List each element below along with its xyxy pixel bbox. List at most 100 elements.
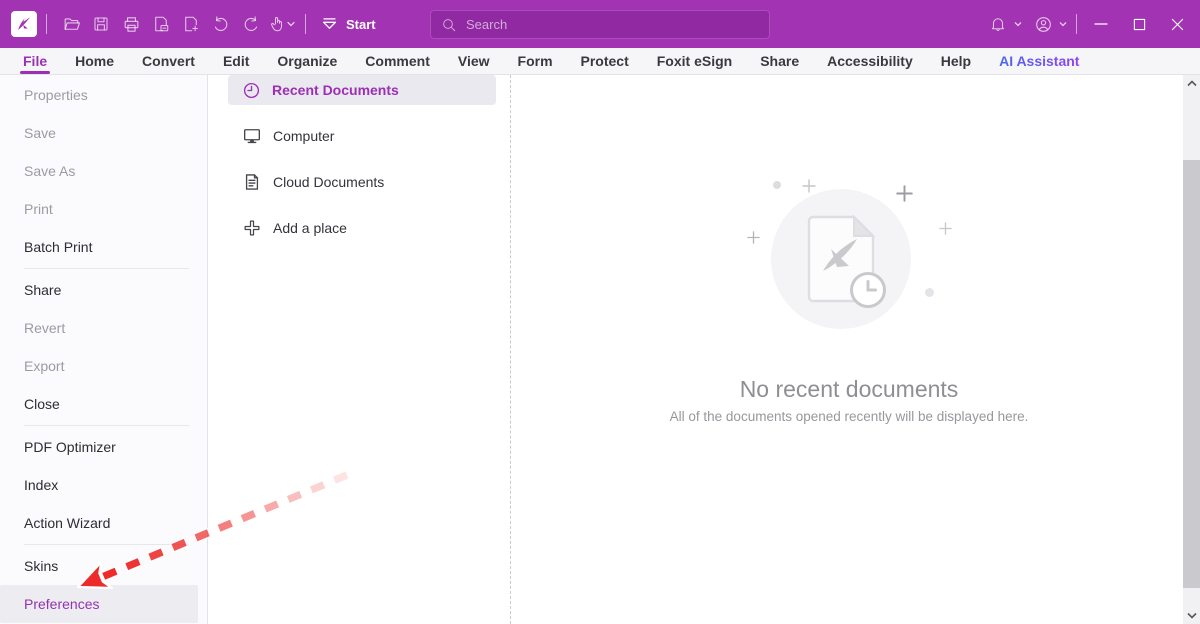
file-menu-sidebar: Properties Save Save As Print Batch Prin…	[0, 75, 208, 624]
search-icon	[443, 18, 456, 31]
export-pdf-icon	[155, 16, 169, 32]
place-add-a-place[interactable]: Add a place	[228, 213, 496, 243]
file-menu-revert: Revert	[24, 320, 66, 336]
bell-dropdown-caret[interactable]	[1014, 21, 1022, 27]
save-button[interactable]	[86, 9, 116, 39]
empty-state-illustration	[771, 189, 911, 329]
toolbar-separator	[46, 14, 47, 34]
account-icon	[1035, 16, 1051, 32]
menu-tab-file[interactable]: File	[9, 48, 61, 74]
file-menu-export: Export	[24, 358, 65, 374]
chevron-up-icon	[1186, 80, 1197, 87]
clock-icon	[243, 82, 260, 98]
menu-tab-convert[interactable]: Convert	[128, 48, 209, 74]
hand-tool-icon	[270, 17, 282, 32]
create-pdf-button[interactable]	[176, 9, 206, 39]
file-menu-batch-print[interactable]: Batch Print	[0, 228, 207, 266]
sparkle-icon	[939, 222, 952, 235]
sidebar-divider	[24, 544, 189, 545]
menu-tab-ai-assistant[interactable]: AI Assistant	[985, 48, 1093, 74]
recent-documents-panel: No recent documents All of the documents…	[511, 75, 1183, 624]
start-tab-label: Start	[346, 16, 376, 32]
monitor-icon	[244, 129, 261, 144]
collapse-ribbon-icon	[322, 18, 337, 29]
menu-tab-help[interactable]: Help	[927, 48, 985, 74]
file-menu-index[interactable]: Index	[0, 466, 207, 504]
sparkle-icon	[896, 185, 913, 202]
menu-tab-form[interactable]: Form	[504, 48, 567, 74]
place-label: Cloud Documents	[273, 174, 385, 190]
sparkle-icon	[802, 179, 816, 193]
file-menu-properties: Properties	[24, 87, 88, 103]
place-label: Add a place	[273, 220, 347, 236]
minimize-button[interactable]	[1086, 9, 1116, 39]
open-folder-button[interactable]	[56, 9, 86, 39]
maximize-button[interactable]	[1124, 9, 1154, 39]
file-menu-preferences[interactable]: Preferences	[0, 585, 198, 623]
place-recent-documents[interactable]: Recent Documents	[228, 75, 496, 105]
tab-start[interactable]: Start	[321, 17, 376, 32]
undo-icon	[214, 16, 228, 31]
scroll-down-button[interactable]	[1183, 607, 1200, 624]
menu-tab-foxit-esign[interactable]: Foxit eSign	[643, 48, 746, 74]
file-menu-save: Save	[24, 125, 56, 141]
menu-tab-home[interactable]: Home	[61, 48, 128, 74]
file-menu-close[interactable]: Close	[0, 385, 207, 423]
redo-button[interactable]	[236, 9, 266, 39]
dot-decoration	[773, 181, 781, 189]
scrollbar-thumb[interactable]	[1183, 160, 1200, 588]
sparkle-icon	[747, 231, 760, 244]
bell-icon	[992, 18, 1004, 31]
sidebar-divider	[24, 425, 189, 426]
print-icon	[124, 16, 138, 32]
place-cloud-documents[interactable]: Cloud Documents	[228, 167, 496, 197]
plus-icon	[244, 220, 260, 236]
create-pdf-icon	[185, 16, 198, 32]
menu-tab-organize[interactable]: Organize	[263, 48, 351, 74]
close-button[interactable]	[1162, 9, 1192, 39]
foxit-pdf-editor-window: Start Search File Home Convert Edit Orga…	[0, 0, 1200, 624]
open-folder-icon	[64, 17, 80, 30]
chevron-down-icon	[1186, 612, 1197, 619]
file-menu-save-as: Save As	[24, 163, 76, 179]
menu-tab-protect[interactable]: Protect	[567, 48, 643, 74]
notification-bell-button[interactable]	[983, 9, 1013, 39]
menu-tab-comment[interactable]: Comment	[351, 48, 444, 74]
scroll-up-button[interactable]	[1183, 75, 1200, 92]
minimize-icon	[1094, 23, 1108, 25]
empty-state-title: No recent documents	[739, 376, 959, 402]
hand-tool-button[interactable]	[266, 9, 296, 39]
menu-tab-edit[interactable]: Edit	[209, 48, 263, 74]
empty-state-subtitle: All of the documents opened recently wil…	[669, 409, 1029, 424]
file-menu-skins[interactable]: Skins	[0, 547, 207, 585]
menu-bar: File Home Convert Edit Organize Comment …	[0, 48, 1200, 75]
print-button[interactable]	[116, 9, 146, 39]
document-clock-illustration-icon	[807, 214, 886, 308]
file-menu-action-wizard[interactable]: Action Wizard	[0, 504, 207, 542]
document-icon	[245, 174, 259, 190]
toolbar-separator	[1076, 14, 1077, 34]
export-pdf-button[interactable]	[146, 9, 176, 39]
file-menu-share[interactable]: Share	[0, 271, 207, 309]
place-computer[interactable]: Computer	[228, 121, 496, 151]
hand-tool-dropdown-caret[interactable]	[286, 21, 295, 27]
place-label: Recent Documents	[272, 82, 399, 98]
place-label: Computer	[273, 128, 335, 144]
menu-tab-accessibility[interactable]: Accessibility	[813, 48, 927, 74]
menu-tab-share[interactable]: Share	[746, 48, 813, 74]
undo-button[interactable]	[206, 9, 236, 39]
vertical-scrollbar[interactable]	[1183, 75, 1200, 624]
redo-icon	[244, 16, 258, 31]
maximize-icon	[1133, 18, 1145, 30]
search-input[interactable]	[430, 10, 770, 39]
menu-tab-view[interactable]: View	[444, 48, 504, 74]
account-dropdown-caret[interactable]	[1059, 21, 1067, 27]
file-menu-pdf-optimizer[interactable]: PDF Optimizer	[0, 428, 207, 466]
close-icon	[1171, 18, 1183, 30]
account-button[interactable]	[1028, 9, 1058, 39]
search-field[interactable]	[466, 17, 759, 32]
places-panel: Recent Documents Computer Cloud Document…	[208, 75, 511, 624]
foxit-logo-icon	[18, 17, 30, 30]
dot-decoration	[925, 288, 934, 297]
sidebar-divider	[24, 268, 189, 269]
